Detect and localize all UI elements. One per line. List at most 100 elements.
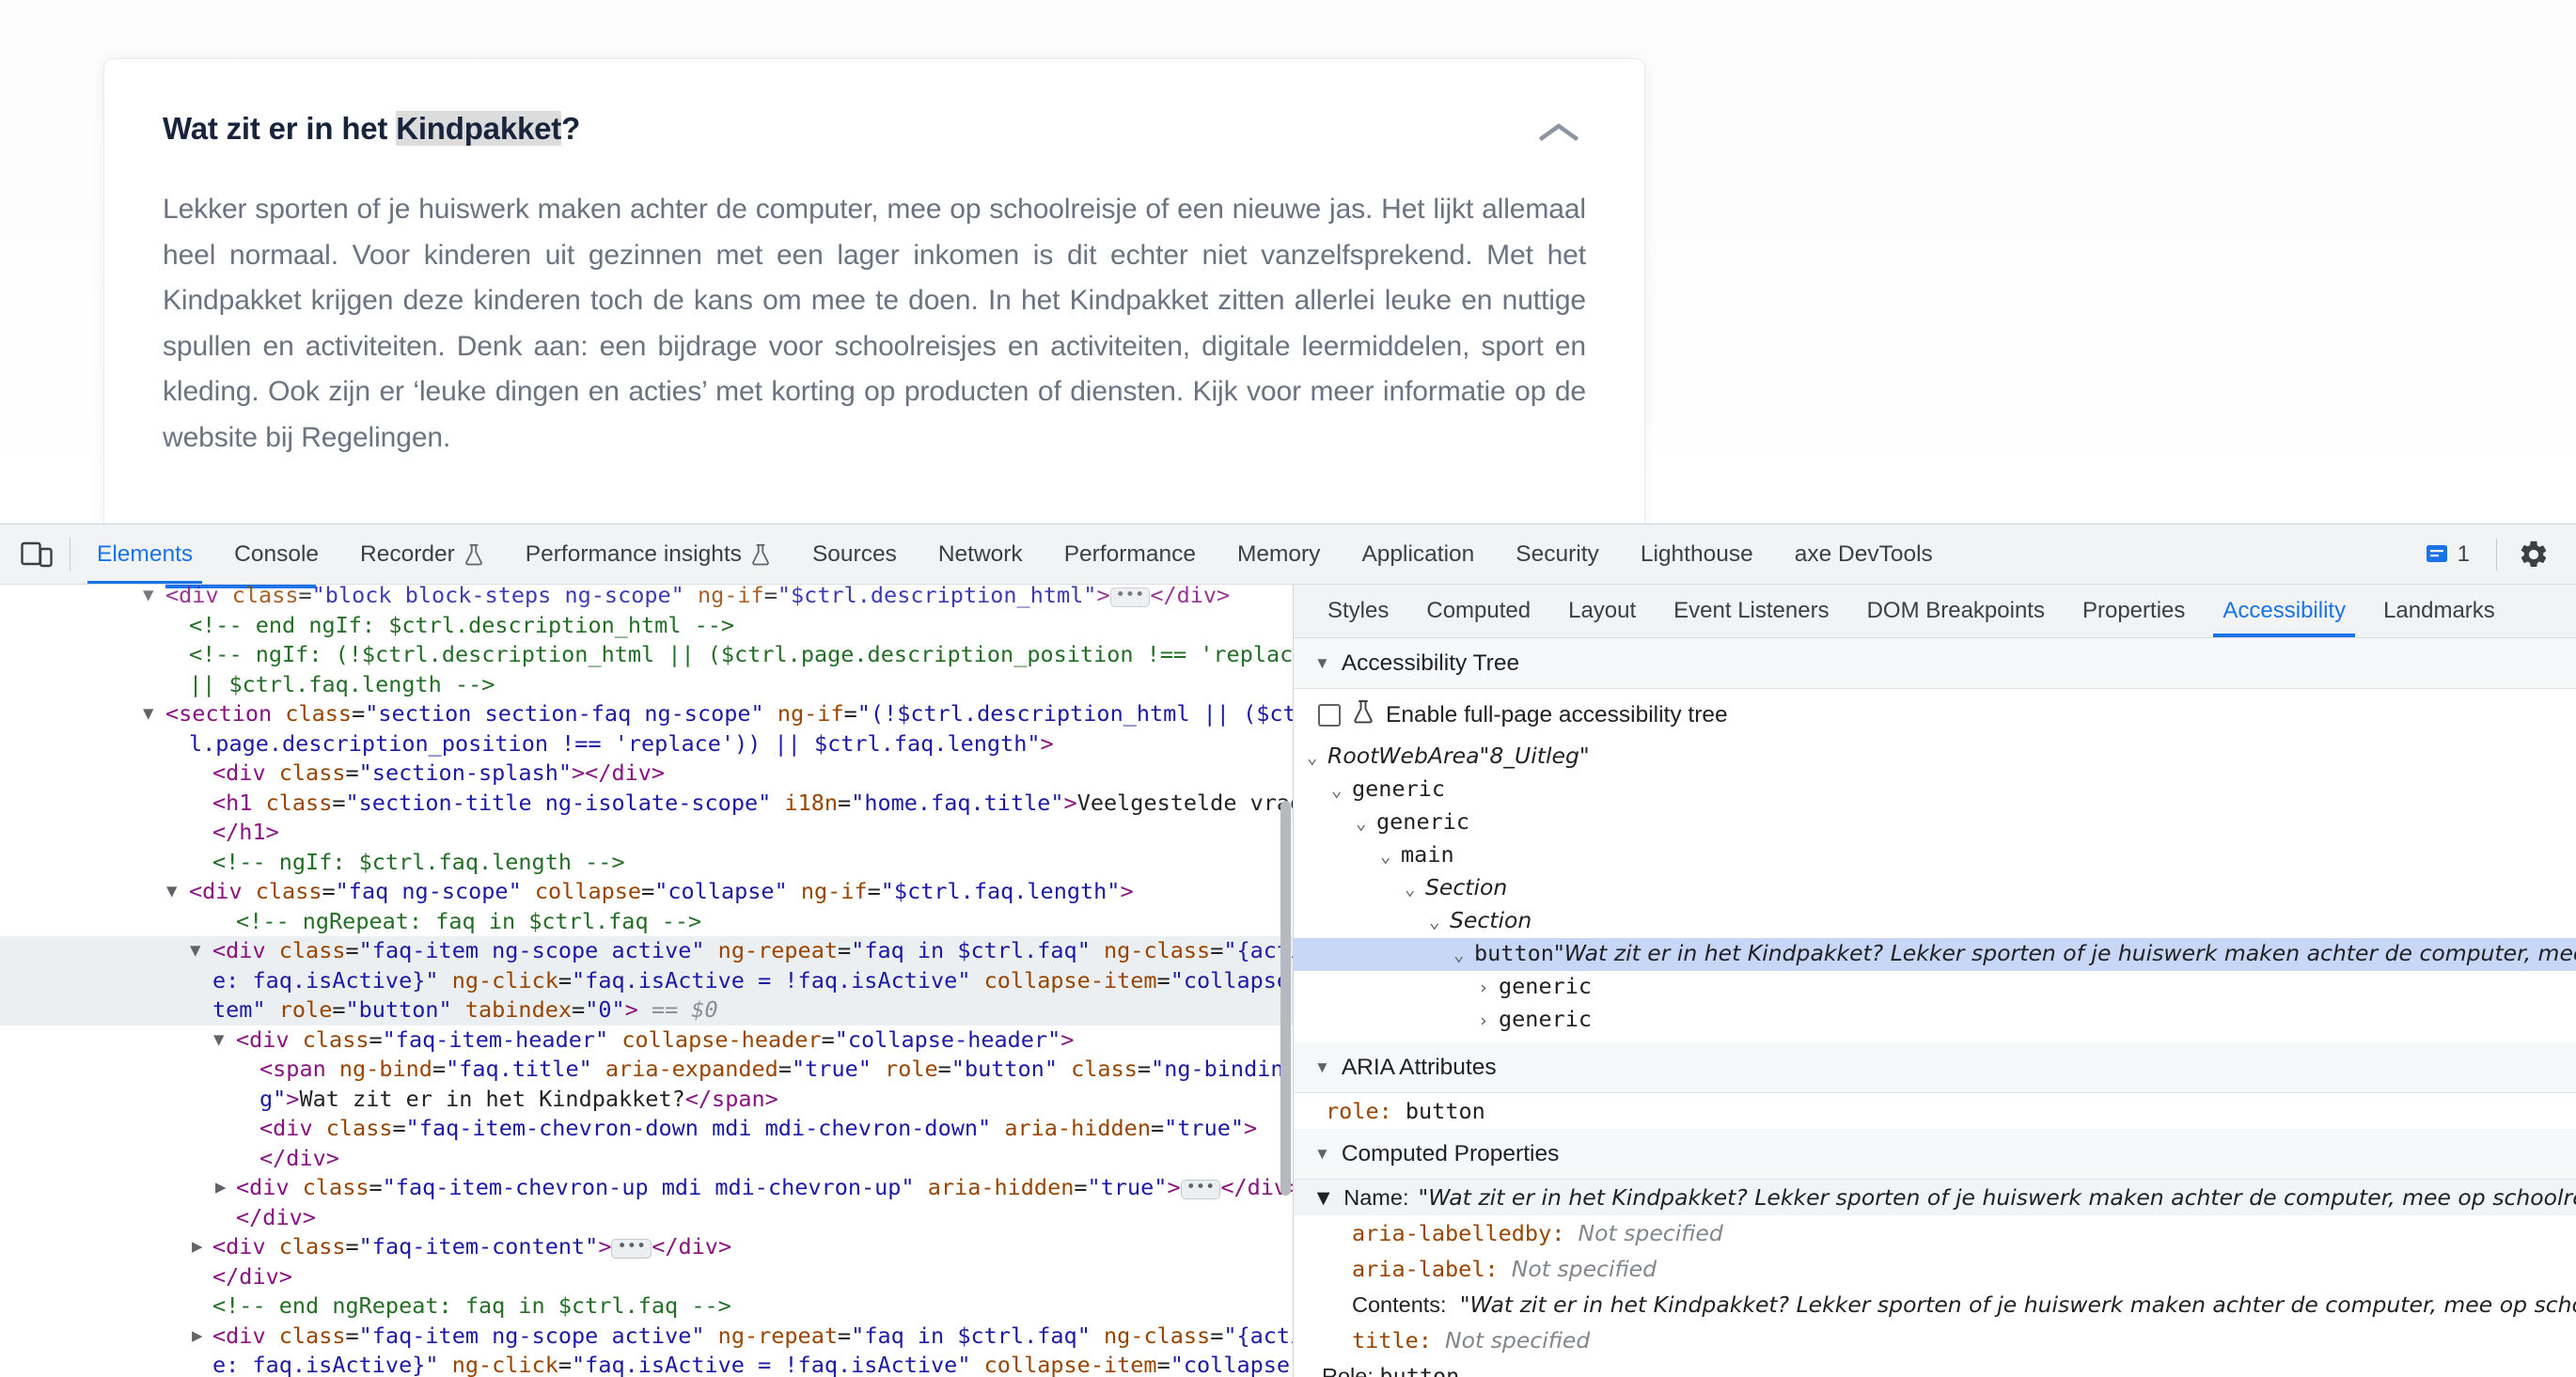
sidebar-tab-layout[interactable]: Layout xyxy=(1549,585,1655,637)
chevron-down-icon[interactable]: ⌄ xyxy=(1356,808,1376,839)
dom-tree-line[interactable]: <!-- end ngRepeat: faq in $ctrl.faq --> xyxy=(0,1291,1293,1322)
dom-tree-line[interactable]: ▶ <div class="faq-item-content"> ••• </div> xyxy=(0,1232,1293,1262)
accessibility-tree-node[interactable]: ⌄ button "Wat zit er in het Kindpakket? L… xyxy=(1294,938,2576,971)
dom-tree-line[interactable]: ▶ <div class="faq-item ng-scope active" n… xyxy=(0,1322,1293,1352)
dom-tree-line[interactable]: <!-- end ngIf: $ctrl.description_html --… xyxy=(0,611,1293,641)
dom-tree-line[interactable]: ▶ <div class="faq-item-chevron-up mdi mdi… xyxy=(0,1173,1293,1203)
dom-tree-line[interactable]: <h1 class="section-title ng-isolate-scop… xyxy=(0,789,1293,819)
computed-properties-list: ▼ Name: "Wat zit er in het Kindpakket? Lek… xyxy=(1294,1180,2576,1377)
dom-tree-line[interactable]: </h1> xyxy=(0,818,1293,848)
accessibility-tree-node[interactable]: ⌄ main xyxy=(1294,839,2576,872)
chevron-up-icon[interactable] xyxy=(1531,112,1586,153)
chevron-down-icon[interactable]: ⌄ xyxy=(1429,907,1450,938)
chevron-right-icon[interactable]: › xyxy=(1478,973,1499,1004)
dom-tree-line[interactable]: <div class="faq-item-chevron-down mdi md… xyxy=(0,1114,1293,1144)
computed-sub-key: title: xyxy=(1352,1327,1446,1354)
sidebar-tab-styles[interactable]: Styles xyxy=(1309,585,1407,637)
chevron-down-icon[interactable]: ⌄ xyxy=(1331,775,1352,806)
dom-tree-line[interactable]: <!-- ngIf: (!$ctrl.description_html || (… xyxy=(0,640,1293,670)
triangle-down-icon[interactable]: ▼ xyxy=(166,877,177,907)
accessibility-tree-nodes[interactable]: ⌄ RootWebArea "8_Uitleg" ⌄ generic ⌄ generic ⌄… xyxy=(1294,741,2576,1042)
tab-performance-insights[interactable]: Performance insights xyxy=(505,524,792,584)
triangle-down-icon[interactable]: ▼ xyxy=(1312,1180,1334,1215)
triangle-right-icon[interactable]: ▶ xyxy=(192,1322,202,1352)
chevron-down-icon[interactable]: ⌄ xyxy=(1380,841,1401,872)
dom-tree-line[interactable]: ▼ <div class="faq-item-header" collapse-h… xyxy=(0,1025,1293,1056)
accessibility-tree-node[interactable]: › generic xyxy=(1294,971,2576,1004)
sidebar-tab-event-listeners[interactable]: Event Listeners xyxy=(1655,585,1847,637)
sidebar-tab-landmarks[interactable]: Landmarks xyxy=(2364,585,2514,637)
toolbar-right-controls: 1 xyxy=(2410,524,2576,584)
dom-tree-line[interactable]: || $ctrl.faq.length --> xyxy=(0,670,1293,700)
tab-performance[interactable]: Performance xyxy=(1044,524,1217,584)
dom-tree-line[interactable]: tem" role="button" tabindex="0"> == $0 xyxy=(0,995,1293,1025)
computed-properties-section-header[interactable]: ▼ Computed Properties xyxy=(1294,1129,2576,1180)
tab-network[interactable]: Network xyxy=(918,524,1044,584)
sidebar-tab-accessibility[interactable]: Accessibility xyxy=(2204,585,2364,637)
chevron-down-icon[interactable]: ⌄ xyxy=(1307,743,1327,774)
aria-attributes-label: ARIA Attributes xyxy=(1341,1054,1497,1080)
tab-label: Elements xyxy=(97,540,194,567)
dom-tree-line[interactable]: <!-- ngIf: $ctrl.faq.length --> xyxy=(0,848,1293,878)
accessibility-tree-node[interactable]: ⌄ generic xyxy=(1294,774,2576,806)
tab-axe-devtools[interactable]: axe DevTools xyxy=(1774,524,1954,584)
accessibility-tree-node[interactable]: › generic xyxy=(1294,1004,2576,1037)
sidebar-tab-properties[interactable]: Properties xyxy=(2064,585,2204,637)
dom-tree-line[interactable]: <!-- ngRepeat: faq in $ctrl.faq --> xyxy=(0,907,1293,937)
accessibility-tree-node[interactable]: ⌄ RootWebArea "8_Uitleg" xyxy=(1294,741,2576,774)
dom-tree-line[interactable]: </div> xyxy=(0,1262,1293,1292)
flask-icon xyxy=(750,543,771,566)
accessibility-tree-node[interactable]: ⌄ Section xyxy=(1294,872,2576,905)
tab-memory[interactable]: Memory xyxy=(1217,524,1341,584)
dom-tree-scrollbar[interactable] xyxy=(1280,801,1291,1196)
chevron-down-icon[interactable]: ⌄ xyxy=(1453,940,1474,971)
aria-attributes-section-header[interactable]: ▼ ARIA Attributes xyxy=(1294,1042,2576,1093)
accessibility-tree-node[interactable]: ⌄ generic xyxy=(1294,806,2576,839)
tab-console[interactable]: Console xyxy=(213,524,339,584)
computed-name-row[interactable]: ▼ Name: "Wat zit er in het Kindpakket? Lek… xyxy=(1294,1180,2576,1215)
dom-tree-line[interactable]: <span ng-bind="faq.title" aria-expanded=… xyxy=(0,1055,1293,1085)
dom-tree-pane[interactable]: ▼ <div class="block block-steps ng-scope"… xyxy=(0,585,1294,1377)
dom-tree-line[interactable]: e: faq.isActive}" ng-click="faq.isActive… xyxy=(0,965,1293,995)
dom-tree-line[interactable]: g">Wat zit er in het Kindpakket?</span> xyxy=(0,1085,1293,1115)
triangle-down-icon[interactable]: ▼ xyxy=(190,936,200,966)
accessibility-tree-node[interactable]: ⌄ Section xyxy=(1294,905,2576,938)
faq-item-card[interactable]: Wat zit er in het Kindpakket? Lekker spo… xyxy=(103,58,1645,524)
dom-tree-line[interactable]: ▼ <section class="section section-faq ng-… xyxy=(0,699,1293,729)
computed-sub-key: aria-label: xyxy=(1352,1256,1512,1282)
triangle-right-icon[interactable]: ▶ xyxy=(215,1173,226,1203)
triangle-down-icon[interactable]: ▼ xyxy=(213,1025,224,1056)
faq-question-title: Wat zit er in het Kindpakket? xyxy=(163,110,580,148)
dom-tree-line[interactable]: ▼ <div class="faq-item ng-scope active" n… xyxy=(0,936,1293,966)
triangle-down-icon[interactable]: ▼ xyxy=(143,699,153,729)
sidebar-tab-dom-breakpoints[interactable]: DOM Breakpoints xyxy=(1848,585,2064,637)
computed-properties-label: Computed Properties xyxy=(1341,1140,1560,1166)
dom-tree-line[interactable]: <div class="section-splash"></div> xyxy=(0,759,1293,789)
enable-full-page-tree-row[interactable]: Enable full-page accessibility tree xyxy=(1294,689,2576,741)
faq-item-header[interactable]: Wat zit er in het Kindpakket? xyxy=(163,110,1586,153)
dom-tree-line[interactable]: l.page.description_position !== 'replace… xyxy=(0,729,1293,759)
accessibility-tree-section-header[interactable]: ▼ Accessibility Tree xyxy=(1294,638,2576,689)
triangle-right-icon[interactable]: ▶ xyxy=(192,1232,202,1262)
dom-tree-line[interactable]: </div> xyxy=(0,1144,1293,1174)
tab-elements[interactable]: Elements xyxy=(76,524,213,584)
tab-recorder[interactable]: Recorder xyxy=(339,524,505,584)
issues-counter[interactable]: 1 xyxy=(2410,541,2485,568)
device-toolbar-icon[interactable] xyxy=(8,524,66,584)
computed-sub-row: aria-labelledby: Not specified xyxy=(1294,1215,2576,1251)
dom-tree-line[interactable]: </div> xyxy=(0,1203,1293,1233)
dom-tree-line[interactable]: ▼ <div class="faq ng-scope" collapse="col… xyxy=(0,877,1293,907)
tab-sources[interactable]: Sources xyxy=(792,524,918,584)
sidebar-tab-computed[interactable]: Computed xyxy=(1407,585,1549,637)
triangle-down-icon[interactable]: ▼ xyxy=(143,585,153,611)
tab-security[interactable]: Security xyxy=(1495,524,1620,584)
gear-icon[interactable] xyxy=(2508,539,2559,571)
enable-full-page-tree-checkbox[interactable] xyxy=(1318,703,1341,727)
dom-tree[interactable]: ▼ <div class="block block-steps ng-scope"… xyxy=(0,585,1293,1377)
dom-tree-line[interactable]: e: faq.isActive}" ng-click="faq.isActive… xyxy=(0,1351,1293,1377)
chevron-right-icon[interactable]: › xyxy=(1478,1006,1499,1037)
tab-application[interactable]: Application xyxy=(1341,524,1495,584)
chevron-down-icon[interactable]: ⌄ xyxy=(1405,874,1425,905)
dom-tree-line[interactable]: ▼ <div class="block block-steps ng-scope"… xyxy=(0,585,1293,611)
tab-lighthouse[interactable]: Lighthouse xyxy=(1620,524,1774,584)
